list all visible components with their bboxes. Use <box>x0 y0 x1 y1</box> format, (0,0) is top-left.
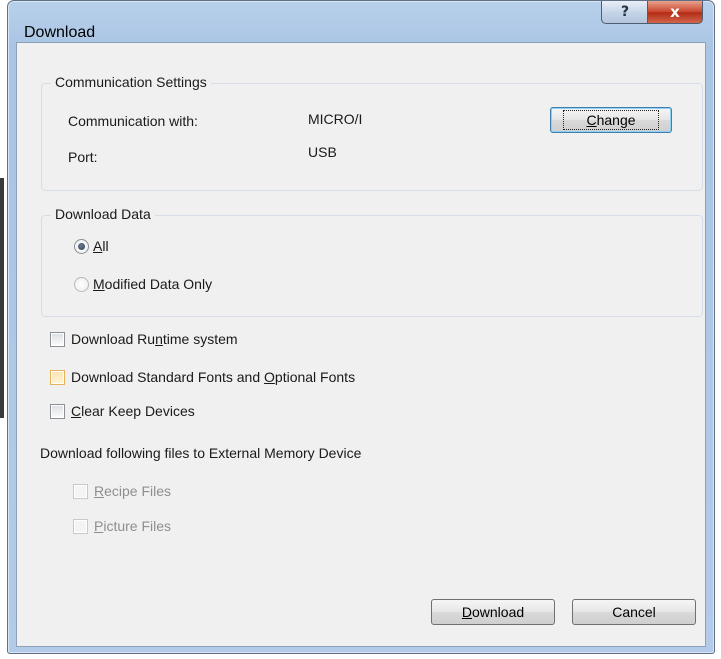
recipe-files-box[interactable] <box>73 483 88 499</box>
download-button-label: Download <box>461 604 525 620</box>
communication-settings-group: Communication Settings Communication wit… <box>41 74 703 191</box>
dialog-client-area: Communication Settings Communication wit… <box>16 42 706 647</box>
recipe-files-checkbox[interactable]: Recipe Files <box>73 483 171 499</box>
download-data-group: Download Data All Modified Data Only <box>41 206 703 317</box>
dialog-title: Download <box>24 24 96 41</box>
communication-with-value: MICRO/I <box>308 111 363 127</box>
radio-selected-dot <box>78 242 85 250</box>
help-button[interactable]: ? <box>601 1 649 24</box>
download-runtime-label: Download Runtime system <box>71 331 238 347</box>
clear-keep-devices-checkbox[interactable]: Clear Keep Devices <box>50 403 195 419</box>
close-button[interactable]: x <box>647 1 703 24</box>
download-fonts-box[interactable] <box>50 369 65 385</box>
download-fonts-checkbox[interactable]: Download Standard Fonts and Optional Fon… <box>50 369 355 385</box>
picture-files-label: Picture Files <box>94 518 172 534</box>
download-dialog: Download ? x Communication Settings Comm… <box>7 0 715 654</box>
close-icon: x <box>670 3 680 21</box>
cancel-button[interactable]: Cancel <box>572 599 696 625</box>
download-button[interactable]: Download <box>431 599 555 625</box>
radio-all[interactable]: All <box>74 238 109 254</box>
picture-files-box[interactable] <box>73 518 88 534</box>
port-label: Port: <box>68 149 98 165</box>
background-edge <box>0 178 4 418</box>
radio-modified-label: Modified Data Only <box>93 276 213 292</box>
port-value: USB <box>308 144 337 160</box>
download-fonts-label: Download Standard Fonts and Optional Fon… <box>71 369 356 385</box>
radio-all-button[interactable] <box>74 238 89 254</box>
radio-all-label: All <box>93 238 109 254</box>
change-button[interactable]: Change <box>550 107 672 133</box>
communication-with-label: Communication with: <box>68 113 198 129</box>
external-memory-label: Download following files to External Mem… <box>40 445 362 461</box>
communication-settings-legend: Communication Settings <box>51 74 211 90</box>
radio-modified-button[interactable] <box>74 276 89 292</box>
change-button-label: Change <box>563 110 659 130</box>
recipe-files-label: Recipe Files <box>94 483 172 499</box>
radio-modified-data-only[interactable]: Modified Data Only <box>74 276 212 292</box>
picture-files-checkbox[interactable]: Picture Files <box>73 518 171 534</box>
clear-keep-devices-box[interactable] <box>50 403 65 419</box>
clear-keep-devices-label: Clear Keep Devices <box>71 403 195 419</box>
download-runtime-box[interactable] <box>50 331 65 347</box>
download-runtime-checkbox[interactable]: Download Runtime system <box>50 331 238 347</box>
download-data-legend: Download Data <box>51 206 155 222</box>
question-icon: ? <box>620 4 630 20</box>
